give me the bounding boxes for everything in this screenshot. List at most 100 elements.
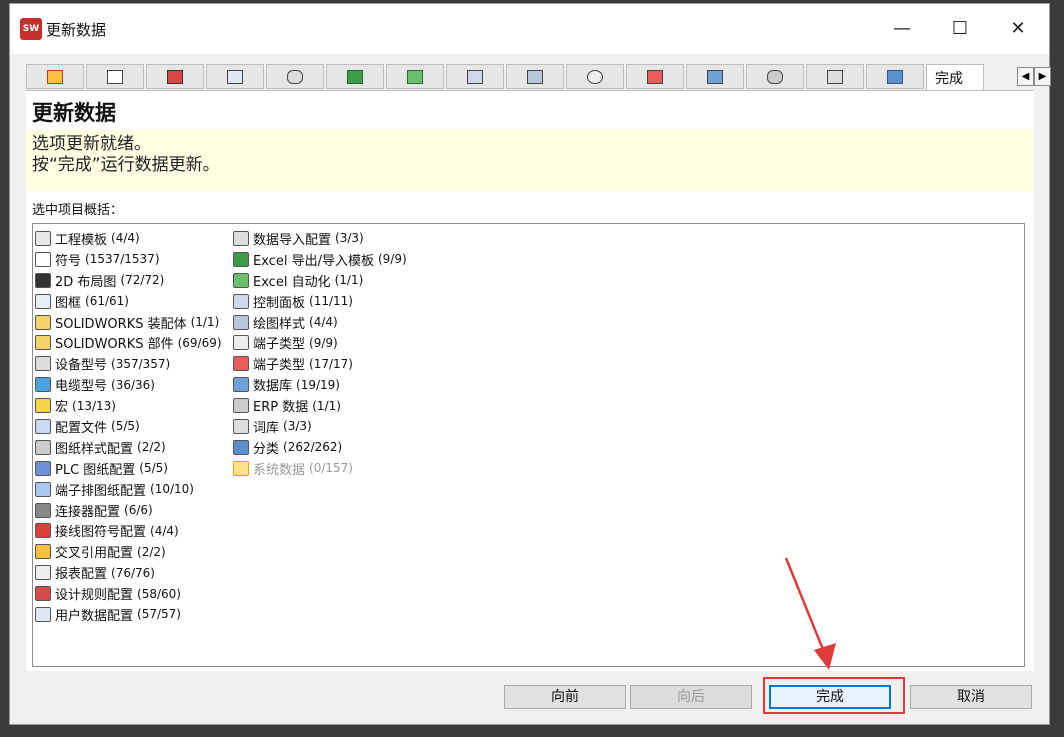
item-type-icon [35, 460, 51, 476]
item-type-icon [35, 377, 51, 393]
list-item-label: 连接器配置 [55, 504, 121, 520]
item-type-icon [35, 335, 51, 351]
back-button[interactable]: 向前 [504, 685, 626, 709]
app-logo-icon: SW [20, 18, 42, 40]
list-item-count: (5/5) [139, 461, 168, 476]
list-item-count: (1537/1537) [85, 252, 160, 267]
list-item-count: (1/1) [312, 398, 341, 413]
tab-control-panel[interactable] [446, 64, 504, 89]
wizard-tab-bar: 完成 ◀ ▶ [26, 64, 1051, 91]
list-item: Excel 导出/导入模板 (9/9) [233, 249, 407, 270]
tab-cross-reference[interactable] [26, 64, 84, 89]
item-type-icon [35, 544, 51, 560]
item-type-icon [35, 606, 51, 622]
item-type-icon [35, 565, 51, 581]
item-type-icon [35, 502, 51, 518]
tab-excel-export[interactable] [326, 64, 384, 89]
item-type-icon [233, 356, 249, 372]
list-item-label: 电缆型号 [55, 379, 108, 395]
summary-column-2: 数据导入配置 (3/3) Excel 导出/导入模板 (9/9) Excel 自动化 (1… [233, 228, 407, 479]
tab-design-rules[interactable] [146, 64, 204, 89]
list-item-count: (10/10) [150, 482, 194, 497]
tab-drawing-style[interactable] [506, 64, 564, 89]
excel-automation-icon [407, 69, 423, 84]
list-item: 符号 (1537/1537) [35, 249, 222, 270]
list-item-label: ERP 数据 [253, 400, 309, 416]
list-item: 端子类型 (9/9) [233, 332, 407, 353]
list-item-label: Excel 导出/导入模板 [253, 253, 374, 269]
next-button[interactable]: 向后 [630, 685, 752, 709]
list-item: 2D 布局图 (72/72) [35, 270, 222, 291]
list-item: 图框 (61/61) [35, 291, 222, 312]
tab-data-import[interactable] [266, 64, 324, 89]
tab-scroll-left-icon[interactable]: ◀ [1017, 67, 1034, 86]
list-item-count: (3/3) [283, 419, 312, 434]
tab-classification[interactable] [866, 64, 924, 89]
list-item: 系统数据 (0/157) [233, 458, 407, 479]
control-panel-icon [467, 69, 483, 84]
item-type-icon [35, 439, 51, 455]
list-item-label: 接线图符号配置 [55, 525, 147, 541]
list-item-label: SOLIDWORKS 部件 [55, 337, 174, 353]
list-item-count: (4/4) [150, 523, 179, 538]
item-type-icon [233, 439, 249, 455]
item-type-icon [35, 481, 51, 497]
list-item-count: (61/61) [85, 294, 129, 309]
tab-excel-automation[interactable] [386, 64, 444, 89]
page-title: 更新数据 [32, 101, 116, 125]
list-item-label: 端子类型 [253, 358, 306, 374]
list-item-count: (1/1) [190, 315, 220, 329]
list-item-count: (6/6) [124, 503, 153, 518]
list-item: 端子排图纸配置 (10/10) [35, 479, 222, 500]
maximize-icon[interactable]: ☐ [932, 4, 988, 54]
dictionary-icon [827, 69, 843, 84]
list-item-count: (76/76) [111, 565, 155, 580]
list-item: 设备型号 (357/357) [35, 353, 222, 374]
user-data-icon [227, 69, 243, 84]
list-item-count: (9/9) [309, 335, 338, 350]
list-item: 宏 (13/13) [35, 395, 222, 416]
tab-library[interactable] [686, 64, 744, 89]
database-icon [767, 69, 783, 84]
item-type-icon [233, 335, 249, 351]
list-item-count: (2/2) [137, 440, 166, 455]
classification-icon [887, 69, 903, 84]
tab-report[interactable] [86, 64, 144, 89]
list-item-count: (262/262) [283, 440, 343, 455]
tab-dictionary[interactable] [806, 64, 864, 89]
list-item: 设计规则配置 (58/60) [35, 583, 222, 604]
list-item-label: 配置文件 [55, 420, 108, 436]
list-item-count: (11/11) [309, 294, 353, 309]
list-item-label: PLC 图纸配置 [55, 462, 136, 478]
close-icon[interactable]: ✕ [990, 4, 1046, 54]
tab-terminal-type[interactable] [566, 64, 624, 89]
minimize-icon[interactable]: — [874, 4, 930, 54]
list-item: 绘图样式 (4/4) [233, 312, 407, 333]
summary-label: 选中项目概括： [32, 203, 124, 218]
list-item-label: 设备型号 [55, 358, 108, 374]
list-item-label: 设计规则配置 [55, 588, 134, 604]
design-rules-icon [167, 69, 183, 84]
list-item-label: 宏 [55, 400, 69, 416]
list-item-count: (2/2) [137, 544, 166, 559]
list-item: 图纸样式配置 (2/2) [35, 437, 222, 458]
tab-user-data[interactable] [206, 64, 264, 89]
tab-database[interactable] [746, 64, 804, 89]
library-icon [707, 69, 723, 84]
cancel-button[interactable]: 取消 [910, 685, 1032, 709]
item-type-icon [233, 398, 249, 414]
tab-scroll-arrows: ◀ ▶ [1017, 67, 1053, 86]
list-item-count: (357/357) [111, 356, 171, 371]
item-type-icon [233, 230, 249, 246]
list-item: 分类 (262/262) [233, 437, 407, 458]
summary-list[interactable]: 工程模板 (4/4) 符号 (1537/1537) 2D 布局图 (72/72) 图框 (61… [32, 223, 1025, 667]
list-item: SOLIDWORKS 装配体 (1/1) [35, 312, 222, 333]
list-item-label: 图纸样式配置 [55, 441, 134, 457]
item-type-icon [233, 293, 249, 309]
list-item-count: (3/3) [335, 231, 364, 246]
list-item-count: (36/36) [111, 377, 155, 392]
tab-terminal-type-2[interactable] [626, 64, 684, 89]
tab-scroll-right-icon[interactable]: ▶ [1034, 67, 1051, 86]
list-item: 连接器配置 (6/6) [35, 500, 222, 521]
tab-finish[interactable]: 完成 [926, 64, 984, 91]
